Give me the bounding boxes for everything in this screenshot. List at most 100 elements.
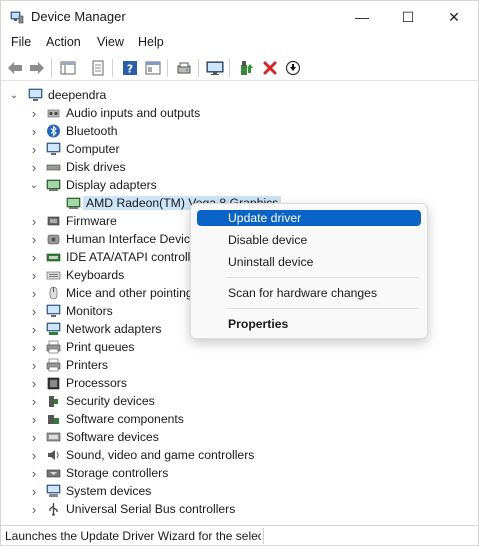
tree-category-computer[interactable]: › Computer: [1, 140, 478, 158]
chevron-right-icon[interactable]: ›: [28, 430, 40, 445]
chevron-right-icon[interactable]: ›: [28, 124, 40, 139]
disable-device-menu-item[interactable]: Disable device: [197, 232, 421, 248]
security-device-icon: [49, 396, 58, 407]
monitor-button[interactable]: [205, 58, 225, 78]
toolbar-separator: [51, 59, 52, 77]
tree-root[interactable]: ⌄ deependra: [1, 86, 478, 104]
chevron-right-icon[interactable]: ›: [28, 412, 40, 427]
context-menu: Update driver Disable device Uninstall d…: [190, 203, 428, 339]
tree-category-disk-drives[interactable]: › Disk drives: [1, 158, 478, 176]
chevron-right-icon[interactable]: ›: [28, 142, 40, 157]
update-driver-label: Update driver: [228, 211, 302, 225]
display-adapter-icon: [46, 179, 61, 191]
chevron-right-icon[interactable]: ›: [28, 250, 40, 265]
forward-button[interactable]: [27, 58, 47, 78]
disable-device-label: Disable device: [228, 233, 308, 247]
mouse-icon: [49, 286, 58, 300]
tree-category-display-adapters[interactable]: ⌄ Display adapters: [1, 176, 478, 194]
maximize-button[interactable]: ☐: [385, 1, 431, 33]
minimize-icon: —: [355, 9, 369, 25]
view-button[interactable]: [143, 58, 163, 78]
scan-hardware-button[interactable]: [174, 58, 194, 78]
tree-category-processors[interactable]: › Processors: [1, 374, 478, 392]
update-driver-button[interactable]: [236, 58, 256, 78]
tree-item-label: Sound, video and game controllers: [66, 448, 255, 462]
monitor-icon: [46, 304, 61, 317]
keyboard-icon: [46, 271, 61, 280]
scan-hardware-icon: [177, 62, 191, 74]
tree-item-label: Network adapters: [66, 322, 162, 336]
chevron-right-icon[interactable]: ›: [28, 232, 40, 247]
chevron-down-icon[interactable]: ⌄: [8, 88, 20, 102]
help-icon: ?: [123, 61, 137, 76]
back-button[interactable]: [5, 58, 25, 78]
tree-category-software-devices[interactable]: › Software devices: [1, 428, 478, 446]
usb-icon: [49, 503, 58, 516]
chevron-right-icon[interactable]: ›: [28, 160, 40, 175]
forward-icon: [30, 62, 44, 74]
properties-button[interactable]: [88, 58, 108, 78]
chevron-right-icon[interactable]: ›: [28, 394, 40, 409]
printer-icon: [46, 340, 61, 354]
tree-item-label: Firmware: [66, 214, 117, 228]
tree-category-printers[interactable]: › Printers: [1, 356, 478, 374]
tree-item-label: Computer: [66, 142, 120, 156]
uninstall-device-menu-item[interactable]: Uninstall device: [197, 254, 421, 270]
display-adapter-icon: [66, 197, 81, 209]
menu-action[interactable]: Action: [46, 35, 81, 49]
chevron-right-icon[interactable]: ›: [28, 466, 40, 481]
menu-view[interactable]: View: [97, 35, 124, 49]
close-icon: ✕: [448, 8, 460, 25]
tree-category-storage-controllers[interactable]: › Storage controllers: [1, 464, 478, 482]
tree-category-software-components[interactable]: › Software components: [1, 410, 478, 428]
chevron-right-icon[interactable]: ›: [28, 484, 40, 499]
system-device-icon: [46, 484, 61, 497]
computer-icon: [46, 142, 61, 155]
chevron-right-icon[interactable]: ›: [28, 268, 40, 283]
properties-label: Properties: [228, 317, 289, 331]
tree-item-label: Bluetooth: [66, 124, 118, 138]
tree-item-label: Security devices: [66, 394, 155, 408]
chevron-right-icon[interactable]: ›: [28, 286, 40, 301]
tree-category-system-devices[interactable]: › System devices: [1, 482, 478, 500]
chevron-right-icon[interactable]: ›: [28, 502, 40, 517]
tree-category-print-queues[interactable]: › Print queues: [1, 338, 478, 356]
ide-icon: [46, 253, 61, 262]
tree-category-bluetooth[interactable]: › Bluetooth: [1, 122, 478, 140]
disable-button[interactable]: [283, 58, 303, 78]
chevron-right-icon[interactable]: ›: [28, 322, 40, 337]
tree-root-label: deependra: [48, 88, 107, 102]
tree-category-audio-inputs-and-outputs[interactable]: › Audio inputs and outputs: [1, 104, 478, 122]
status-bar: Launches the Update Driver Wizard for th…: [1, 525, 478, 545]
chevron-right-icon[interactable]: ›: [28, 106, 40, 121]
close-button[interactable]: ✕: [431, 1, 477, 33]
help-button[interactable]: ?: [120, 58, 140, 78]
chevron-right-icon[interactable]: ›: [28, 376, 40, 391]
chevron-right-icon[interactable]: ›: [28, 214, 40, 229]
tree-category-security-devices[interactable]: › Security devices: [1, 392, 478, 410]
tree-item-label: Universal Serial Bus controllers: [66, 502, 236, 516]
device-manager-app-icon: [10, 11, 24, 24]
update-driver-menu-item[interactable]: Update driver: [197, 210, 421, 226]
show-hide-tree-button[interactable]: [58, 58, 78, 78]
menu-file[interactable]: File: [11, 35, 31, 49]
menu-help[interactable]: Help: [138, 35, 164, 49]
sound-icon: [48, 450, 59, 460]
device-manager-window: Device Manager — ☐ ✕ File Action View He…: [0, 0, 479, 546]
scan-hardware-menu-item[interactable]: Scan for hardware changes: [197, 285, 421, 301]
tree-category-sound-video-and-game-controllers[interactable]: › Sound, video and game controllers: [1, 446, 478, 464]
chevron-right-icon[interactable]: ›: [28, 304, 40, 319]
chevron-down-icon[interactable]: ⌄: [28, 178, 40, 192]
software-component-icon: [48, 415, 59, 424]
monitor-icon: [206, 61, 224, 75]
uninstall-button[interactable]: [260, 58, 280, 78]
toolbar-separator: [167, 59, 168, 77]
chevron-right-icon[interactable]: ›: [28, 358, 40, 373]
minimize-button[interactable]: —: [339, 1, 385, 33]
properties-menu-item[interactable]: Properties: [197, 316, 421, 332]
tree-category-universal-serial-bus-controllers[interactable]: › Universal Serial Bus controllers: [1, 500, 478, 518]
chevron-right-icon[interactable]: ›: [28, 448, 40, 463]
tree-item-label: IDE ATA/ATAPI controllers: [66, 250, 208, 264]
disk-drive-icon: [46, 164, 61, 171]
chevron-right-icon[interactable]: ›: [28, 340, 40, 355]
